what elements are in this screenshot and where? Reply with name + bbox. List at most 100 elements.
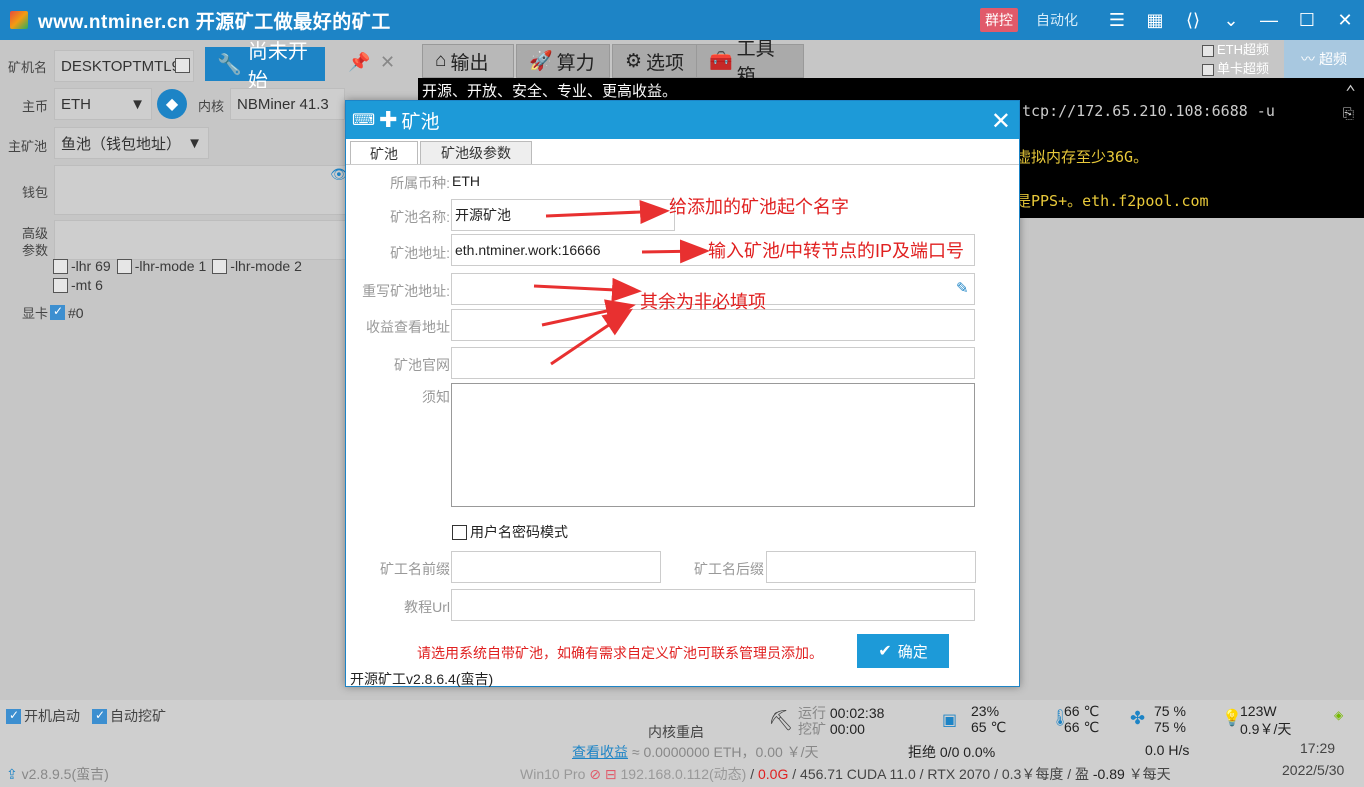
window-title: www.ntminer.cn 开源矿工做最好的矿工 bbox=[38, 11, 391, 33]
mine-time: 00:00 bbox=[829, 721, 865, 737]
gpu-value: #0 bbox=[68, 304, 84, 321]
worker-suffix-input[interactable] bbox=[766, 551, 976, 583]
virtual-memory: 0.0G bbox=[758, 766, 789, 782]
group-control-button[interactable]: 群控 bbox=[980, 8, 1018, 32]
gpu-label: 显卡 bbox=[22, 306, 49, 321]
scroll-up-icon[interactable]: ⌃ bbox=[1345, 82, 1356, 103]
eth-overclock-label: ETH超频 bbox=[1217, 42, 1270, 57]
single-overclock-option[interactable]: 单卡超频 bbox=[1202, 58, 1269, 77]
copy-icon[interactable]: ⎘ bbox=[1343, 106, 1354, 122]
dialog-tab-params[interactable]: 矿池级参数 bbox=[420, 141, 532, 165]
income-url-label: 收益查看地址 bbox=[366, 319, 450, 335]
miner-name-field[interactable]: DESKTOPTMTL9 bbox=[54, 50, 194, 82]
grid-icon[interactable]: ▦ bbox=[1136, 0, 1174, 40]
tab-output[interactable]: ⌂ 输出 bbox=[422, 44, 514, 78]
dialog-close-icon[interactable]: ✕ bbox=[991, 107, 1011, 136]
miner-name-label: 矿机名 bbox=[8, 60, 48, 75]
miner-name-value: DESKTOPTMTL9 bbox=[61, 57, 180, 75]
kernel-select[interactable]: NBMiner 41.3 bbox=[230, 88, 345, 120]
gpu-temp-1: 66 ℃ bbox=[1064, 703, 1100, 719]
tutorial-url-input[interactable] bbox=[451, 589, 975, 621]
opt-label-4: -mt 6 bbox=[71, 277, 103, 293]
dialog-tab-pool[interactable]: 矿池 bbox=[350, 141, 418, 165]
power-watts: 123W bbox=[1240, 703, 1277, 719]
boot-label: 开机启动 bbox=[24, 708, 80, 724]
warning-text: 请选用系统自带矿池，如确有需求自定义矿池可联系管理员添加。 bbox=[417, 645, 823, 661]
list-icon[interactable]: ☰ bbox=[1098, 0, 1136, 40]
console-line-3: 虚拟内存至少36G。 bbox=[1016, 148, 1149, 166]
fan-speed-1: 75 % bbox=[1154, 703, 1186, 719]
opt-label-2: -lhr-mode 1 bbox=[134, 258, 207, 274]
status-bar: 开机启动 自动挖矿 内核重启 ⛏ 运行 00:02:38 挖矿 00:00 ▣ … bbox=[0, 700, 1364, 787]
upgrade-icon[interactable]: ⇪ bbox=[6, 766, 18, 782]
wallet-label: 钱包 bbox=[22, 185, 49, 200]
opt-checkbox-4[interactable] bbox=[53, 277, 68, 293]
minimize-icon[interactable]: — bbox=[1250, 0, 1288, 40]
plus-icon: ✚ bbox=[379, 107, 398, 132]
opt-checkbox-2[interactable] bbox=[116, 258, 132, 274]
cpu-temp: 65 ℃ bbox=[971, 719, 1007, 735]
tab-hashrate-label: 算力 bbox=[556, 52, 595, 74]
close-panel-icon[interactable]: ✕ bbox=[380, 52, 395, 73]
miner-name-checkbox[interactable] bbox=[175, 58, 190, 73]
gpu-checkbox[interactable] bbox=[50, 304, 66, 320]
ip-address: 192.168.0.112(动态) bbox=[620, 766, 747, 782]
income-link[interactable]: 查看收益 bbox=[572, 744, 628, 760]
dropdown-arrow-icon: ▼ bbox=[130, 95, 145, 113]
tab-hashrate[interactable]: 🚀 算力 bbox=[516, 44, 610, 78]
worker-prefix-label: 矿工名前缀 bbox=[380, 561, 450, 577]
notice-textarea[interactable] bbox=[451, 383, 975, 507]
eth-overclock-option[interactable]: ETH超频 bbox=[1202, 39, 1269, 58]
pool-site-input[interactable] bbox=[451, 347, 975, 379]
close-icon[interactable]: ✕ bbox=[1326, 0, 1364, 40]
dropdown-arrow-icon: ▼ bbox=[187, 134, 202, 152]
console-line-2: tcp://172.65.210.108:6688 -u bbox=[1022, 102, 1275, 120]
code-icon[interactable]: ⟨⟩ bbox=[1174, 0, 1212, 40]
clock-date: 2022/5/30 bbox=[1282, 762, 1345, 778]
advanced-params-field[interactable] bbox=[54, 220, 354, 260]
worker-prefix-input[interactable] bbox=[451, 551, 661, 583]
automation-button[interactable]: 自动化 bbox=[1036, 10, 1078, 30]
single-overclock-label: 单卡超频 bbox=[1217, 61, 1270, 76]
start-button[interactable]: 🔧 尚未开始 bbox=[205, 41, 325, 92]
fan-speed-2: 75 % bbox=[1154, 719, 1186, 735]
coin-value: ETH bbox=[61, 95, 91, 113]
chevron-down-icon[interactable]: ⌄ bbox=[1212, 0, 1250, 40]
confirm-button[interactable]: ✔ 确定 bbox=[857, 634, 949, 668]
coin-value: ETH bbox=[452, 173, 480, 189]
lightbulb-icon: 💡 bbox=[1222, 710, 1242, 727]
pool-select[interactable]: 鱼池（钱包地址） ▼ bbox=[54, 127, 209, 159]
auto-mine-checkbox[interactable] bbox=[92, 708, 107, 724]
opt-label-1: -lhr 69 bbox=[71, 258, 111, 274]
app-version[interactable]: v2.8.9.5(蛮吉) bbox=[22, 766, 109, 782]
userpass-checkbox[interactable] bbox=[452, 524, 467, 540]
notice-label: 须知 bbox=[422, 389, 450, 405]
opt-checkbox-1[interactable] bbox=[53, 258, 68, 274]
pencil-icon[interactable]: ✎ bbox=[956, 279, 969, 297]
boot-checkbox[interactable] bbox=[6, 708, 21, 724]
coin-select[interactable]: ETH ▼ bbox=[54, 88, 152, 120]
reject-stats: 拒绝 0/0 0.0% bbox=[908, 744, 996, 760]
kernel-value: NBMiner 41.3 bbox=[237, 95, 329, 113]
power-cost: 0.9￥/天 bbox=[1240, 721, 1292, 737]
pin-icon[interactable]: 📌 bbox=[348, 52, 370, 73]
wallet-field[interactable] bbox=[54, 165, 354, 215]
maximize-icon[interactable]: ☐ bbox=[1288, 0, 1326, 40]
profit-value: -0.89 bbox=[1092, 766, 1125, 782]
hash-speed: 0.0 H/s bbox=[1145, 742, 1190, 758]
pool-name-input[interactable]: 开源矿池 bbox=[451, 199, 675, 231]
pool-address-label: 矿池地址: bbox=[390, 245, 450, 261]
tab-toolbox[interactable]: 🧰 工具箱 bbox=[696, 39, 804, 87]
rocket-icon: 🚀 bbox=[529, 51, 553, 72]
os-version: Win10 Pro bbox=[520, 766, 586, 782]
gear-icon: ⚙ bbox=[625, 50, 643, 72]
nvidia-logo-icon: ◈ bbox=[1334, 708, 1344, 722]
title-bar: www.ntminer.cn 开源矿工做最好的矿工 群控 自动化 ☰ ▦ ⟨⟩ … bbox=[0, 0, 1364, 40]
tab-options[interactable]: ⚙ 选项 bbox=[612, 44, 706, 78]
app-logo-icon bbox=[10, 11, 28, 29]
network-icon: ⊘ ⊟ bbox=[589, 766, 617, 782]
opt-checkbox-3[interactable] bbox=[212, 258, 228, 274]
overclock-button[interactable]: 〰超频 bbox=[1284, 40, 1364, 78]
wrench-icon: 🔧 bbox=[217, 53, 242, 76]
eth-icon: ◆ bbox=[157, 89, 187, 119]
